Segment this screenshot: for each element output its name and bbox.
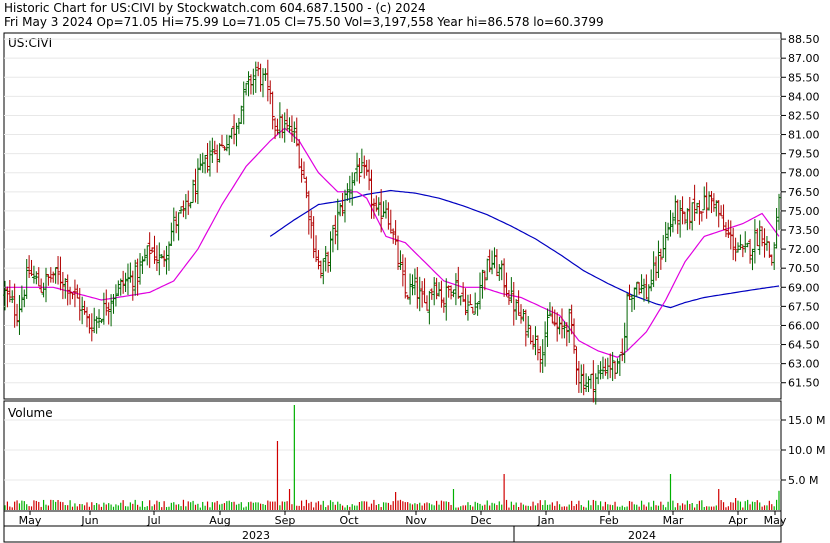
month-label: Jan [537,514,555,527]
symbol-label: US:CIVI [8,36,52,50]
stock-chart: Historic Chart for US:CIVI by Stockwatch… [3,1,825,543]
price-tick-label: 69.00 [788,281,820,294]
month-label: Mar [663,514,684,527]
month-label: Oct [339,514,359,527]
chart-title: Historic Chart for US:CIVI by Stockwatch… [4,1,426,15]
price-tick-label: 82.50 [788,109,820,122]
month-label: Dec [470,514,491,527]
price-tick-label: 79.50 [788,148,820,161]
price-tick-label: 73.50 [788,224,820,237]
price-tick-label: 88.50 [788,33,820,46]
price-tick-label: 64.50 [788,339,820,352]
price-tick-label: 61.50 [788,377,820,390]
price-tick-label: 81.00 [788,129,820,142]
year-label: 2024 [628,529,656,542]
price-tick-label: 63.00 [788,358,820,371]
chart-quote-line: Fri May 3 2024 Op=71.05 Hi=75.99 Lo=71.0… [4,15,604,29]
volume-tick-label: 5.0 M [788,474,818,487]
price-tick-label: 87.00 [788,52,820,65]
price-tick-label: 75.00 [788,205,820,218]
month-label: Apr [728,514,748,527]
price-tick-label: 84.00 [788,90,820,103]
price-tick-label: 72.00 [788,243,820,256]
price-tick-label: 76.50 [788,186,820,199]
month-label: Aug [209,514,230,527]
volume-tick-label: 15.0 M [788,414,825,427]
price-tick-label: 78.00 [788,167,820,180]
price-tick-label: 70.50 [788,262,820,275]
month-label: Jul [146,514,160,527]
month-label: May [19,514,42,527]
month-label: Nov [405,514,427,527]
volume-label: Volume [8,406,53,420]
month-label: Feb [599,514,618,527]
price-tick-label: 66.00 [788,319,820,332]
year-label: 2023 [242,529,270,542]
volume-tick-label: 10.0 M [788,444,825,457]
month-label: May [764,514,787,527]
price-tick-label: 67.50 [788,300,820,313]
month-label: Jun [80,514,98,527]
price-tick-label: 85.50 [788,71,820,84]
month-label: Sep [275,514,296,527]
volume-panel [3,400,782,512]
